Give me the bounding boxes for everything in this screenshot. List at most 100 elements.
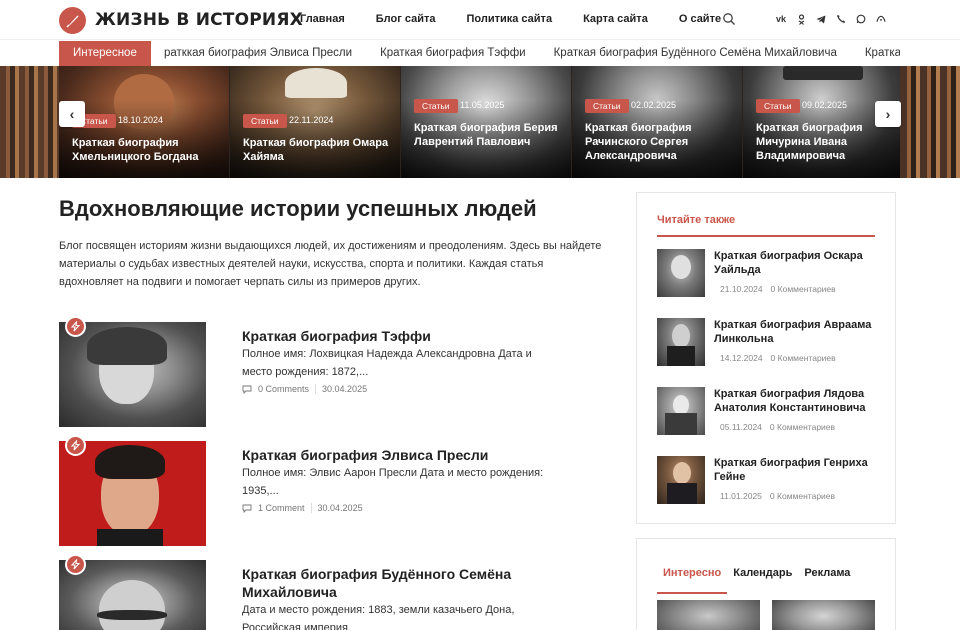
social-links: vk bbox=[776, 13, 886, 25]
post-date: 30.04.2025 bbox=[317, 503, 363, 513]
related-date: 14.12.2024 bbox=[720, 353, 763, 363]
ticker-label[interactable]: Интересное bbox=[59, 41, 151, 66]
portrait-shape bbox=[783, 66, 863, 80]
slide-title[interactable]: Краткая биография Омара Хайяма bbox=[243, 136, 393, 164]
post-card: Краткая биография Будённого Семёна Михай… bbox=[59, 554, 604, 630]
slide-date: 18.10.2024 bbox=[118, 115, 164, 125]
slide-category-badge[interactable]: Статьи bbox=[756, 99, 800, 113]
max-icon[interactable] bbox=[876, 13, 886, 25]
slide-title[interactable]: Краткая биография Хмельницкого Богдана bbox=[72, 136, 222, 164]
related-comments[interactable]: 0 Комментариев bbox=[771, 284, 836, 294]
post-card: Краткая биография Элвиса Пресли Полное и… bbox=[59, 435, 604, 546]
slide-title[interactable]: Краткая биография Рачинского Сергея Алек… bbox=[585, 121, 735, 163]
post-title[interactable]: Краткая биография Будённого Семёна Михай… bbox=[242, 565, 572, 601]
post-title[interactable]: Краткая биография Элвиса Пресли bbox=[242, 446, 572, 464]
ticker-item[interactable]: Краткая биография Будённого Семёна Михай… bbox=[554, 41, 837, 66]
post-thumbnail[interactable] bbox=[59, 322, 206, 427]
slide-category-badge[interactable]: Статьи bbox=[414, 99, 458, 113]
slide-category-badge[interactable]: Статьи bbox=[585, 99, 629, 113]
portrait-shape bbox=[285, 68, 347, 98]
post-date: 30.04.2025 bbox=[322, 384, 368, 394]
tab-post-thumbnail[interactable] bbox=[657, 600, 760, 630]
related-title[interactable]: Краткая биография Оскара Уайльда bbox=[714, 249, 874, 277]
logo-quill-icon[interactable] bbox=[59, 7, 86, 34]
related-post: Краткая биография Авраама Линкольна 14.1… bbox=[657, 318, 877, 366]
flash-icon bbox=[65, 316, 86, 337]
related-comments[interactable]: 0 Комментариев bbox=[771, 353, 836, 363]
slider-prev-button[interactable]: ‹ bbox=[59, 101, 85, 127]
related-meta: 11.01.2025 0 Комментариев bbox=[720, 491, 835, 501]
bookshelf-decor bbox=[900, 66, 960, 178]
related-date: 05.11.2024 bbox=[720, 422, 762, 432]
widget-underline bbox=[657, 235, 875, 237]
active-tab-underline bbox=[657, 592, 727, 594]
comment-icon bbox=[242, 385, 252, 394]
slide-category-badge[interactable]: Статьи bbox=[243, 114, 287, 128]
slide-title[interactable]: Краткая биография Берия Лаврентий Павлов… bbox=[414, 121, 564, 149]
post-thumbnail[interactable] bbox=[59, 441, 206, 546]
comment-icon bbox=[242, 504, 252, 513]
slider-next-button[interactable]: › bbox=[875, 101, 901, 127]
tabs-widget: Интересно Календарь Реклама bbox=[636, 538, 896, 630]
related-title[interactable]: Краткая биография Авраама Линкольна bbox=[714, 318, 874, 346]
flash-icon bbox=[65, 554, 86, 575]
post-card: Краткая биография Тэффи Полное имя: Лохв… bbox=[59, 316, 604, 427]
featured-slider: Статьи 18.10.2024 Краткая биография Хмел… bbox=[0, 66, 960, 178]
post-meta: 0 Comments 30.04.2025 bbox=[242, 384, 367, 394]
related-comments[interactable]: 0 Комментариев bbox=[770, 491, 835, 501]
related-thumbnail[interactable] bbox=[657, 387, 705, 435]
widget-title: Читайте также bbox=[657, 214, 736, 226]
slide-date: 09.02.2025 bbox=[802, 100, 848, 110]
tab-post-thumbnail[interactable] bbox=[772, 600, 875, 630]
nav-blog[interactable]: Блог сайта bbox=[376, 13, 436, 25]
slide-card[interactable]: Статьи 02.02.2025 Краткая биография Рачи… bbox=[572, 66, 742, 178]
related-thumbnail[interactable] bbox=[657, 318, 705, 366]
slide-date: 11.05.2025 bbox=[460, 100, 505, 110]
flash-icon bbox=[65, 435, 86, 456]
nav-policy[interactable]: Политика сайта bbox=[467, 13, 553, 25]
post-excerpt: Полное имя: Элвис Аарон Пресли Дата и ме… bbox=[242, 467, 544, 497]
related-thumbnail[interactable] bbox=[657, 249, 705, 297]
nav-about[interactable]: О сайте bbox=[679, 13, 721, 25]
post-excerpt: Дата и место рождения: 1883, земли казач… bbox=[242, 604, 515, 630]
tab-ads[interactable]: Реклама bbox=[798, 567, 856, 587]
news-ticker: Интересное ратккая биография Элвиса Прес… bbox=[0, 40, 960, 66]
search-icon[interactable] bbox=[722, 12, 736, 26]
tab-interesting[interactable]: Интересно bbox=[657, 567, 727, 587]
ticker-item[interactable]: Краткая биография Тэффи bbox=[380, 41, 526, 66]
tab-calendar[interactable]: Календарь bbox=[727, 567, 798, 587]
slide-date: 22.11.2024 bbox=[289, 115, 334, 125]
slide-date: 02.02.2025 bbox=[631, 100, 677, 110]
nav-home[interactable]: Главная bbox=[300, 13, 345, 25]
telegram-icon[interactable] bbox=[816, 13, 826, 25]
related-title[interactable]: Краткая биография Лядова Анатолия Конста… bbox=[714, 387, 874, 415]
related-date: 11.01.2025 bbox=[720, 491, 762, 501]
post-comments[interactable]: 0 Comments bbox=[258, 384, 309, 394]
page-title: Вдохновляющие истории успешных людей bbox=[59, 196, 537, 221]
bookshelf-decor bbox=[0, 66, 59, 178]
related-post: Краткая биография Генриха Гейне 11.01.20… bbox=[657, 456, 877, 504]
related-title[interactable]: Краткая биография Генриха Гейне bbox=[714, 456, 874, 484]
related-post: Краткая биография Оскара Уайльда 21.10.2… bbox=[657, 249, 877, 297]
site-logo-text[interactable]: ЖИЗНЬ В ИСТОРИЯХ bbox=[95, 10, 303, 30]
vk-icon[interactable]: vk bbox=[776, 13, 786, 25]
post-comments[interactable]: 1 Comment bbox=[258, 503, 305, 513]
ticker-item[interactable]: ратккая биография Элвиса Пресли bbox=[164, 41, 352, 66]
whatsapp-icon[interactable] bbox=[856, 13, 866, 25]
related-meta: 21.10.2024 0 Комментариев bbox=[720, 284, 836, 294]
related-meta: 14.12.2024 0 Комментариев bbox=[720, 353, 836, 363]
meta-divider bbox=[310, 503, 312, 513]
meta-divider bbox=[315, 384, 317, 394]
post-meta: 1 Comment 30.04.2025 bbox=[242, 503, 363, 513]
related-comments[interactable]: 0 Комментариев bbox=[770, 422, 835, 432]
ticker-item[interactable]: Краткая биог bbox=[865, 41, 900, 66]
ok-icon[interactable] bbox=[796, 13, 806, 25]
nav-sitemap[interactable]: Карта сайта bbox=[583, 13, 648, 25]
read-also-widget: Читайте также Краткая биография Оскара У… bbox=[636, 192, 896, 524]
post-title[interactable]: Краткая биография Тэффи bbox=[242, 327, 572, 345]
slide-card[interactable]: Статьи 11.05.2025 Краткая биография Бери… bbox=[401, 66, 571, 178]
slide-card[interactable]: Статьи 22.11.2024 Краткая биография Омар… bbox=[230, 66, 400, 178]
viber-icon[interactable] bbox=[836, 13, 846, 25]
related-thumbnail[interactable] bbox=[657, 456, 705, 504]
slide-title[interactable]: Краткая биография Мичурина Ивана Владими… bbox=[756, 121, 896, 163]
